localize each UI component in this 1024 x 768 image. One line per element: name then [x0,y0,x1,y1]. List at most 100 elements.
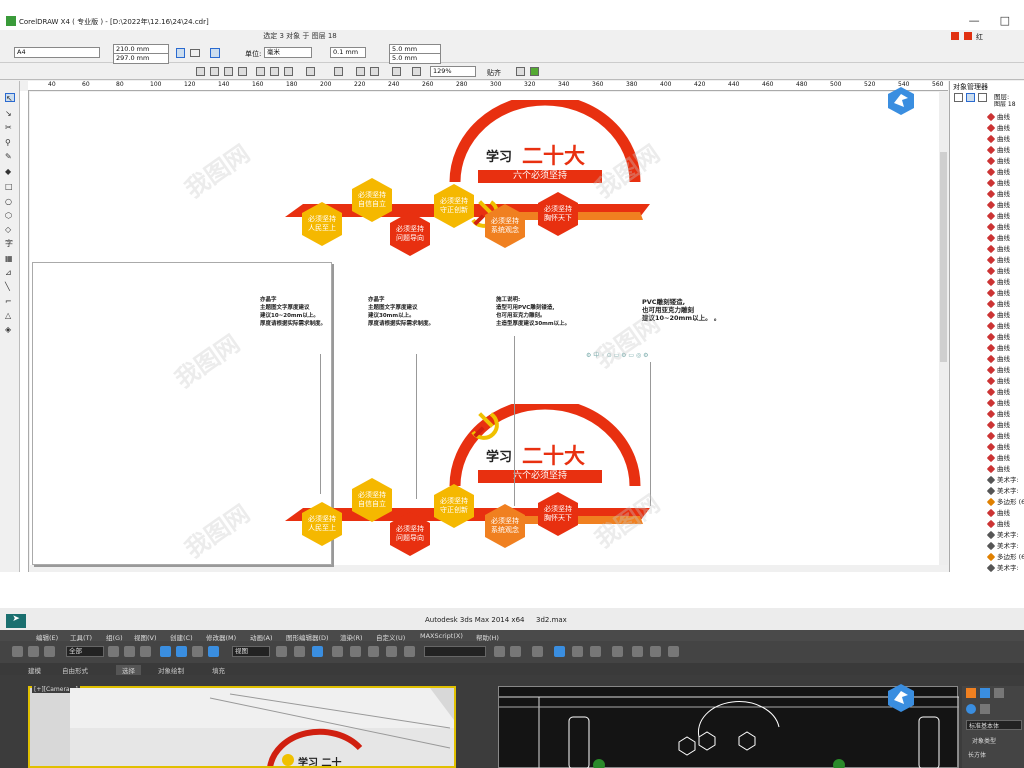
camera-viewport[interactable]: [+][Camera...] 学习 二十 [28,686,456,768]
reference-coord-dropdown[interactable]: 视图 [232,646,270,657]
rect-select-icon[interactable] [140,646,151,657]
new-icon[interactable] [196,67,205,76]
object-list-item[interactable]: 曲线 [986,155,1010,166]
object-list-item[interactable]: 曲线 [986,166,1010,177]
max-ribbon-tab[interactable]: 建模 [28,665,41,675]
import-icon[interactable] [356,67,365,76]
object-list-item[interactable]: 曲线 [986,452,1010,463]
undo-icon[interactable] [306,67,315,76]
max-ribbon-tab[interactable]: 填充 [212,665,225,675]
pick-tool-icon[interactable]: ↖ [5,93,15,103]
copy-icon[interactable] [270,67,279,76]
maximize-button[interactable]: □ [1000,14,1010,27]
scale-icon[interactable] [208,646,219,657]
object-list-item[interactable]: 曲线 [986,441,1010,452]
dimension-tool-icon[interactable]: ⊿ [5,268,15,277]
mirror-icon[interactable] [494,646,505,657]
object-list-item[interactable]: 曲线 [986,408,1010,419]
move-icon[interactable] [176,646,187,657]
polygon-tool-icon[interactable]: ⬡ [5,211,15,220]
hierarchy-tab-icon[interactable] [994,688,1004,698]
front-viewport[interactable] [498,684,959,768]
outline-tool-icon[interactable]: △ [5,311,15,320]
material-editor-icon[interactable] [612,646,623,657]
scroll-thumb[interactable] [940,152,947,362]
snap-2.5-icon[interactable] [332,646,343,657]
object-list-item[interactable]: 曲线 [986,320,1010,331]
object-list-item[interactable]: 曲线 [986,221,1010,232]
landscape-button[interactable] [190,49,200,57]
portrait-button[interactable] [176,48,185,58]
object-list-item[interactable]: 曲线 [986,188,1010,199]
object-list-item[interactable]: 曲线 [986,232,1010,243]
link-icon[interactable] [12,646,23,657]
eyedropper-icon[interactable]: ⌐ [5,297,15,306]
object-list-item[interactable]: 多边形 (6 [986,551,1024,562]
text-tool-icon[interactable]: 字 [5,239,15,248]
object-list-item[interactable]: 曲线 [986,375,1010,386]
curve-editor-icon[interactable] [572,646,583,657]
object-list-item[interactable]: 曲线 [986,518,1010,529]
layer-manager-icon[interactable] [978,93,987,102]
export-icon[interactable] [370,67,379,76]
select-by-name-icon[interactable] [124,646,135,657]
object-list-item[interactable]: 曲线 [986,243,1010,254]
drawing-canvas[interactable]: 学习 二十大 六个必须坚持 必须坚持 人民至上 必须坚持 自信自立 必须坚持 问题导… [30,87,940,565]
object-list-item[interactable]: 曲线 [986,265,1010,276]
primitive-dropdown[interactable]: 标准基本体 [966,720,1022,730]
page-height-field[interactable]: 297.0 mm [113,53,169,64]
open-icon[interactable] [210,67,219,76]
object-list-item[interactable]: 美术字: [986,485,1019,496]
smart-fill-icon[interactable]: ◆ [5,167,15,176]
object-list-item[interactable]: 美术字: [986,540,1019,551]
manipulate-icon[interactable] [294,646,305,657]
cut-icon[interactable] [256,67,265,76]
max-ribbon-tab[interactable]: 自由形式 [62,665,88,675]
max-menu-item[interactable]: MAXScript(X) [420,632,463,640]
object-list-item[interactable]: 美术字: [986,562,1019,572]
save-icon[interactable] [224,67,233,76]
minimize-button[interactable]: — [969,14,980,27]
object-list-item[interactable]: 曲线 [986,419,1010,430]
object-list-item[interactable]: 曲线 [986,133,1010,144]
object-list-item[interactable]: 曲线 [986,507,1010,518]
rotate-icon[interactable] [192,646,203,657]
object-list-item[interactable]: 曲线 [986,287,1010,298]
object-list-item[interactable]: 曲线 [986,254,1010,265]
object-list-item[interactable]: 曲线 [986,276,1010,287]
object-list-item[interactable]: 曲线 [986,111,1010,122]
modify-tab-icon[interactable] [980,688,990,698]
rendered-frame-icon[interactable] [650,646,661,657]
angle-snap-icon[interactable] [350,646,361,657]
object-list-item[interactable]: 曲线 [986,430,1010,441]
align-icon[interactable] [510,646,521,657]
freehand-tool-icon[interactable]: ✎ [5,152,15,161]
object-list-item[interactable]: 曲线 [986,364,1010,375]
object-list-item[interactable]: 曲线 [986,309,1010,320]
paper-size-dropdown[interactable]: A4 [14,47,100,58]
selection-filter-dropdown[interactable]: 全部 [66,646,104,657]
schematic-view-icon[interactable] [590,646,601,657]
all-pages-button[interactable] [210,48,220,58]
named-selection-icon[interactable] [404,646,415,657]
object-list-item[interactable]: 曲线 [986,397,1010,408]
nudge-field[interactable]: 0.1 mm [330,47,366,58]
spinner-snap-icon[interactable] [386,646,397,657]
corel-online-icon[interactable] [530,67,539,76]
object-list-item[interactable]: 多边形 (6 [986,496,1024,507]
paste-icon[interactable] [284,67,293,76]
object-list-item[interactable]: 曲线 [986,386,1010,397]
fill-tool-icon[interactable]: ◈ [5,325,15,334]
ellipse-tool-icon[interactable]: ○ [5,197,15,206]
pivot-icon[interactable] [276,646,287,657]
window-crossing-icon[interactable] [160,646,171,657]
object-list-item[interactable]: 曲线 [986,177,1010,188]
object-list-item[interactable]: 曲线 [986,122,1010,133]
max-ribbon-tab[interactable]: 对象绘制 [158,665,184,675]
color-swatch[interactable] [964,32,972,40]
select-icon[interactable] [108,646,119,657]
percent-snap-icon[interactable] [368,646,379,657]
object-list-item[interactable]: 曲线 [986,210,1010,221]
object-list-item[interactable]: 曲线 [986,199,1010,210]
options-icon[interactable] [516,67,525,76]
